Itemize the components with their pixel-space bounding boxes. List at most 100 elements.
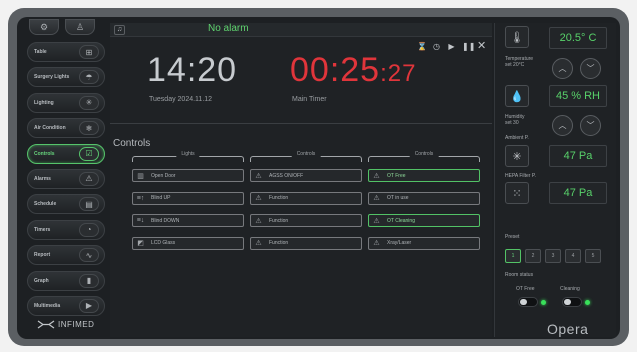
temperature-down-button[interactable]: ﹀ xyxy=(580,58,601,79)
sidebar-item-label: Multimedia xyxy=(34,302,61,309)
schedule-icon: ▤ xyxy=(79,197,99,212)
preset-buttons: 12345 xyxy=(505,249,601,263)
pause-icon[interactable]: ❚❚ xyxy=(462,42,475,51)
surgery-light-icon: ☂ xyxy=(79,70,99,85)
sidebar-item-report[interactable]: Report ∿ xyxy=(27,245,105,266)
sidebar-item-surgery-lights[interactable]: Surgery Lights ☂ xyxy=(27,67,105,88)
sidebar-item-timers[interactable]: Timers ◔ xyxy=(27,219,105,240)
humidity-icon[interactable]: 💧 xyxy=(505,85,529,107)
control-button-label: OT Cleaning xyxy=(387,217,415,224)
control-button-blind-down[interactable]: ≡↓ Blind DOWN xyxy=(132,214,244,227)
control-button-open-door[interactable]: ▥ Open Door xyxy=(132,169,244,182)
controls-column: Lights ▥ Open Door ≡↑ Blind UP ≡↓ Blind DOWN ◩ L… xyxy=(132,151,244,259)
bell-icon[interactable]: ♫ xyxy=(114,25,125,35)
multimedia-icon: ▶ xyxy=(79,298,99,313)
toggle-knob xyxy=(520,299,527,305)
sidebar-item-schedule[interactable]: Schedule ▤ xyxy=(27,194,105,215)
preset-button-4[interactable]: 4 xyxy=(565,249,581,263)
sidebar-item-alarms[interactable]: Alarms ⚠ xyxy=(27,168,105,189)
control-button-label: LCD Glass xyxy=(151,240,176,246)
blind-up-icon: ≡↑ xyxy=(136,194,145,202)
control-button-xray-laser[interactable]: ⚠ Xray/Laser xyxy=(368,236,480,250)
warning-icon: ⚠ xyxy=(373,195,380,202)
column-heading: Lights xyxy=(176,151,200,157)
control-button-agss-on-off[interactable]: ⚠ AGSS ON/OFF xyxy=(250,169,362,182)
cleaning-led xyxy=(585,300,590,305)
hepa-filter-icon[interactable]: ⁙ xyxy=(505,182,529,204)
logo: INFIMED xyxy=(37,320,94,329)
sidebar-item-controls[interactable]: Controls ☑ xyxy=(27,143,105,164)
warning-icon: ⚠ xyxy=(373,240,380,247)
preset-button-3[interactable]: 3 xyxy=(545,249,561,263)
humidity-up-button[interactable]: ︿ xyxy=(552,115,573,136)
control-button-label: Xray/Laser xyxy=(387,240,412,246)
play-icon[interactable]: ▶ xyxy=(447,42,456,51)
main-timer: 00:25:27 xyxy=(290,51,416,90)
main-timer-label: Main Timer xyxy=(292,96,327,103)
sidebar-item-multimedia[interactable]: Multimedia ▶ xyxy=(27,295,105,316)
ambient-pressure-label: Ambient P. xyxy=(505,135,529,141)
temperature-label: Temperature set 20°C xyxy=(505,56,533,68)
control-button-label: Blind UP xyxy=(151,195,171,201)
infimed-logo-icon xyxy=(37,320,55,329)
preset-button-1[interactable]: 1 xyxy=(505,249,521,263)
control-button-blind-up[interactable]: ≡↑ Blind UP xyxy=(132,191,244,205)
climate-panel: 🌡 20.5° C Temperature set 20°C ︿ ﹀ 💧 45 %… xyxy=(494,23,616,337)
column-heading: Controls xyxy=(409,151,439,157)
clock-area: 14:20 Tuesday 2024.11.12 00:25:27 Main T… xyxy=(110,39,492,124)
alarm-icon: ⚠ xyxy=(79,171,99,186)
control-button-ot-cleaning[interactable]: ⚠ OT Cleaning xyxy=(368,214,480,227)
thermometer-icon[interactable]: 🌡 xyxy=(505,26,529,48)
status-ot-free-label: OT Free xyxy=(516,286,535,292)
controls-column: Controls ⚠ AGSS ON/OFF ⚠ Function ⚠ Function ⚠ F… xyxy=(250,151,362,259)
hepa-filter-value: 47 Pa xyxy=(549,182,607,204)
sidebar-item-label: Lighting xyxy=(34,99,54,106)
lighting-icon: ✳ xyxy=(79,95,99,110)
sidebar-item-label: Report xyxy=(34,252,51,259)
control-button-label: OT in use xyxy=(387,195,409,201)
control-button-label: AGSS ON/OFF xyxy=(269,172,304,179)
control-button-function[interactable]: ⚠ Function xyxy=(250,236,362,250)
ambient-pressure-icon[interactable]: ✳ xyxy=(505,145,529,167)
sidebar-item-graph[interactable]: Graph ▮ xyxy=(27,270,105,291)
warning-icon: ⚠ xyxy=(373,172,380,180)
main-timer-seconds: :27 xyxy=(380,60,417,87)
hepa-filter-label: HEPA Filter P. xyxy=(505,173,536,179)
cleaning-toggle[interactable] xyxy=(562,297,582,307)
sidebar-item-label: Surgery Lights xyxy=(34,74,70,81)
warning-icon: ⚠ xyxy=(255,240,262,247)
ot-free-toggle[interactable] xyxy=(518,297,538,307)
temperature-up-button[interactable]: ︿ xyxy=(552,58,573,79)
humidity-label: Humidity set 30 xyxy=(505,114,524,126)
sidebar-item-label: Controls xyxy=(34,150,55,157)
logo-text: INFIMED xyxy=(58,320,95,329)
control-button-label: Function xyxy=(269,195,289,201)
sidebar-item-air-condition[interactable]: Air Condition ❄ xyxy=(27,118,105,139)
sidebar-item-lighting[interactable]: Lighting ✳ xyxy=(27,92,105,113)
current-date: Tuesday 2024.11.12 xyxy=(149,96,213,103)
close-icon[interactable]: ✕ xyxy=(477,41,486,52)
stopwatch-icon[interactable]: ◷ xyxy=(432,42,441,51)
warning-icon: ⚠ xyxy=(373,217,380,225)
preset-button-2[interactable]: 2 xyxy=(525,249,541,263)
settings-icon[interactable]: ⚙ xyxy=(29,19,59,35)
control-button-lcd-glass[interactable]: ◩ LCD Glass xyxy=(132,236,244,250)
sidebar-item-table[interactable]: Table ⊞ xyxy=(27,42,105,62)
brand-name: Opera xyxy=(547,321,589,337)
preset-button-5[interactable]: 5 xyxy=(585,249,601,263)
sidebar-item-label: Table xyxy=(34,49,47,55)
door-icon: ▥ xyxy=(137,172,144,180)
control-button-function[interactable]: ⚠ Function xyxy=(250,191,362,205)
control-button-ot-in-use[interactable]: ⚠ OT in use xyxy=(368,191,480,205)
user-icon[interactable]: ♙ xyxy=(65,19,95,35)
control-button-function[interactable]: ⚠ Function xyxy=(250,214,362,227)
column-heading: Controls xyxy=(291,151,321,157)
humidity-down-button[interactable]: ﹀ xyxy=(580,115,601,136)
hourglass-icon[interactable]: ⌛ xyxy=(417,42,427,51)
controls-icon: ☑ xyxy=(79,146,99,161)
warning-icon: ⚠ xyxy=(255,172,262,180)
sidebar: ⚙ ♙ Table ⊞ Surgery Lights ☂ Lighting ✳ Air Con… xyxy=(17,17,107,339)
control-button-label: Open Door xyxy=(151,172,176,179)
control-button-ot-free[interactable]: ⚠ OT Free xyxy=(368,169,480,182)
ambient-pressure-value: 47 Pa xyxy=(549,145,607,167)
